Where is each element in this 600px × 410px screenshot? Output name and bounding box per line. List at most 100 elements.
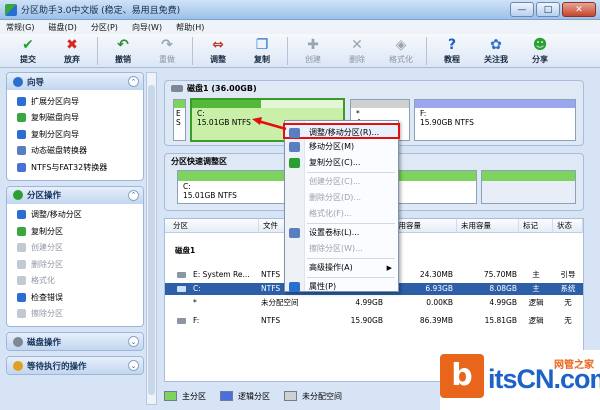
window-title: 分区助手3.0中文版 (稳定、易用且免费) [21,6,181,16]
toolbar-button-redo[interactable]: ↷ 重做 [145,34,189,68]
table-row[interactable]: F: NTFS 15.90GB 86.39MB 15.81GB 逻辑 无 [165,315,583,327]
partition-op-item[interactable]: 创建分区 [17,240,137,257]
partition-op-item[interactable]: 调整/移动分区 [17,207,137,224]
wizard-item[interactable]: 动态磁盘转换器 [17,143,137,160]
cell-used: 0.00KB [426,298,453,307]
toolbar-button-help[interactable]: ? 教程 [430,34,474,68]
partition-op-item-label: 检查错误 [31,292,63,302]
toolbar-button-label: 提交 [20,55,36,64]
scroll-thumb[interactable] [148,85,155,395]
partition-op-item[interactable]: 删除分区 [17,256,137,273]
table-row[interactable]: * 未分配空间 4.99GB 0.00KB 4.99GB 逻辑 无 [165,297,583,309]
menu-general[interactable]: 常规(G) [6,22,34,33]
drive-icon [177,286,186,292]
partition-op-item[interactable]: 检查错误 [17,289,137,306]
toolbar-button-create[interactable]: ✚ 创建 [291,34,335,68]
menu-disk[interactable]: 磁盘(D) [48,22,76,33]
pending-ops-header[interactable]: 等待执行的操作 ⌄ [7,357,143,374]
wizard-title: 向导 [27,77,45,88]
partition-e-bar[interactable]: ES [173,99,186,141]
wizard-group: 向导 ⌃ 扩展分区向导 复制磁盘向导 复制分区向导 动态磁盘转换器 NTFS与FAT32… [6,72,144,181]
menu-separator [307,258,395,259]
left-panel: 向导 ⌃ 扩展分区向导 复制磁盘向导 复制分区向导 动态磁盘转换器 NTFS与FAT32… [6,72,144,410]
legend-swatch [220,391,233,401]
toolbar-button-delete[interactable]: ✕ 删除 [335,34,379,68]
wizard-item[interactable]: NTFS与FAT32转换器 [17,159,137,176]
wizard-item[interactable]: 扩展分区向导 [17,93,137,110]
context-menu-label: 创建分区(C)... [309,177,361,186]
watermark-small-text: 网管之家 [554,360,594,371]
menu-partition[interactable]: 分区(P) [91,22,118,33]
app-icon [5,3,17,16]
cell-name: C: [193,284,201,293]
legend-swatch [164,391,177,401]
wizard-item-icon [17,113,26,123]
close-button[interactable]: ✕ [562,2,596,17]
context-menu-label: 调整/移动分区(R)... [309,128,380,137]
maximize-button[interactable]: □ [536,2,560,17]
toolbar-button-resize[interactable]: ⇔ 调整 [196,34,240,68]
context-menu-item[interactable]: 高级操作(A) ▶ [285,260,398,276]
collapse-icon[interactable]: ⌃ [128,189,139,201]
context-menu-label: 移动分区(M) [309,142,355,151]
cell-flag: 主 [532,284,540,293]
toolbar-separator [426,37,427,65]
left-scrollbar[interactable] [146,72,157,405]
cell-status: 引导 [560,270,576,279]
menu-help[interactable]: 帮助(H) [176,22,204,33]
redo-icon: ↷ [161,37,173,53]
column-header[interactable]: 分区 [169,219,259,233]
context-menu-item[interactable]: 移动分区(M) [285,139,398,155]
toolbar-button-label: 分享 [532,55,548,64]
menu-separator [307,223,395,224]
partition-ops-group: 分区操作 ⌃ 调整/移动分区 复制分区 创建分区 删除分区 格式化检查错误擦除分区 [6,185,144,327]
title-bar: 分区助手3.0中文版 (稳定、易用且免费) — □ ✕ [0,0,600,20]
wizard-header[interactable]: 向导 ⌃ [7,73,143,90]
watermark: b itsCN.com 网管之家 [440,350,600,410]
context-menu-item[interactable]: 调整/移动分区(R)... [283,123,400,139]
column-header[interactable]: 标记 [519,219,553,233]
disk-ops-header[interactable]: 磁盘操作 ⌄ [7,333,143,350]
wizard-item[interactable]: 复制分区向导 [17,126,137,143]
wizard-item[interactable]: 复制磁盘向导 [17,110,137,127]
toolbar-button-format[interactable]: ◈ 格式化 [379,34,423,68]
disk-group-label: 磁盘1 [175,246,196,255]
toolbar-button-undo[interactable]: ↶ 撤销 [101,34,145,68]
toolbar-button-label: 关注我 [484,55,508,64]
toolbar-button-discard[interactable]: ✖ 放弃 [50,34,94,68]
cell-cap: 15.90GB [350,316,383,325]
context-menu-item[interactable]: 复制分区(C)... [285,155,398,171]
partition-op-item[interactable]: 擦除分区 [17,306,137,323]
column-header[interactable]: 状态 [553,219,583,233]
partition-op-item[interactable]: 格式化 [17,273,137,290]
quick-resize-slider-track[interactable] [481,170,576,204]
expand-icon[interactable]: ⌄ [128,360,139,371]
toolbar-button-share[interactable]: ☻ 分享 [518,34,562,68]
toolbar-button-copy[interactable]: ❐ 复制 [240,34,284,68]
expand-icon[interactable]: ⌄ [128,336,139,347]
toolbar-button-follow[interactable]: ✿ 关注我 [474,34,518,68]
menu-bar: 常规(G) 磁盘(D) 分区(P) 向导(W) 帮助(H) [0,20,600,34]
cell-used: 86.39MB [419,316,453,325]
context-menu-item[interactable]: 属性(P) [285,279,398,295]
toolbar-button-label: 撤销 [115,55,131,64]
create-icon: ✚ [307,37,319,53]
menu-wizard[interactable]: 向导(W) [132,22,162,33]
partition-op-item-icon [17,226,26,236]
partition-f-bar[interactable]: F: 15.90GB NTFS [414,99,576,141]
context-menu-item[interactable]: 设置卷标(L)... [285,225,398,241]
legend-swatch [284,391,297,401]
partition-op-item[interactable]: 复制分区 [17,223,137,240]
context-menu-label: 删除分区(D)... [309,193,362,202]
collapse-icon[interactable]: ⌃ [128,76,139,87]
wizard-item-icon [17,162,26,172]
minimize-button[interactable]: — [510,2,534,17]
column-header[interactable]: 未用容量 [457,219,519,233]
toolbar-separator [192,37,193,65]
apply-button[interactable]: ✔ 提交 [6,34,50,68]
wizard-item-icon [17,96,26,106]
partition-ops-header[interactable]: 分区操作 ⌃ [7,186,143,204]
cell-status: 系统 [560,284,576,293]
partition-op-item-label: 擦除分区 [31,309,63,319]
context-menu-label: 高级操作(A) [309,263,353,272]
